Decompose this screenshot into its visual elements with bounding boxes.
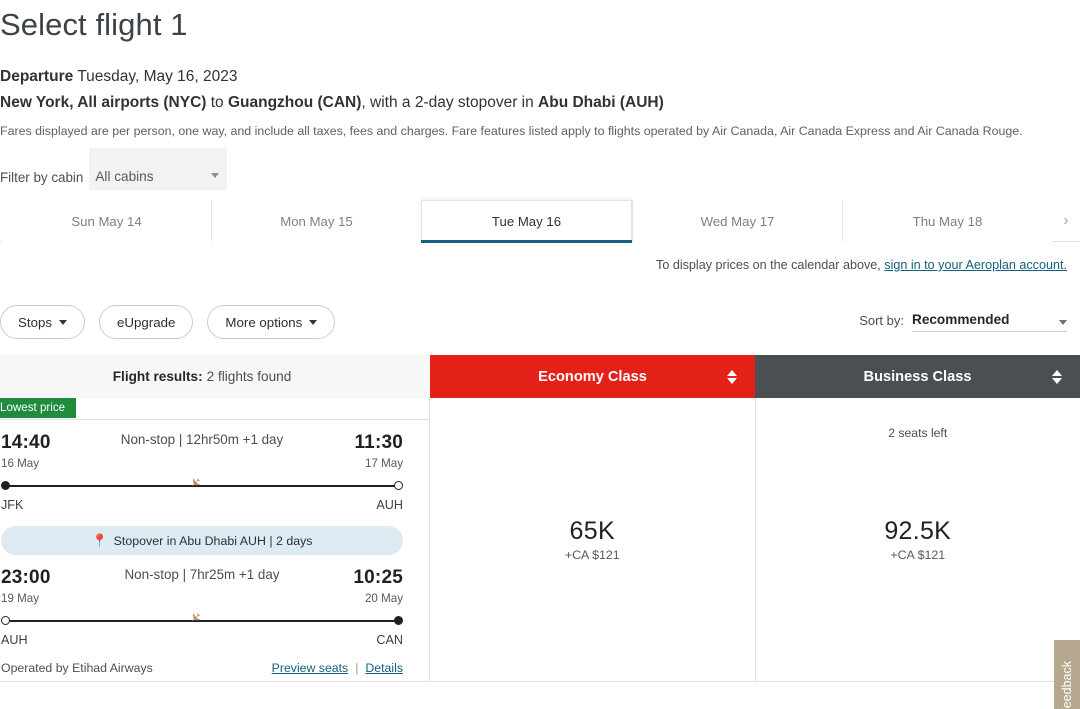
sort-by-select[interactable]: Recommended xyxy=(912,312,1067,332)
segment-1-detail: Non-stop | 12hr50m +1 day xyxy=(120,432,284,447)
segment-1-arrive-date: 17 May xyxy=(364,457,403,470)
chevron-down-icon xyxy=(211,173,220,178)
aeroplan-note-text: To display prices on the calendar above, xyxy=(656,258,885,272)
chevron-down-icon xyxy=(1059,320,1067,325)
route-destination: Guangzhou (CAN) xyxy=(227,94,362,111)
route-stopover: Abu Dhabi (AUH) xyxy=(538,94,664,111)
origin-dot-icon xyxy=(1,616,10,625)
flight-search-page: Select flight 1 Departure Tuesday, May 1… xyxy=(0,0,1080,709)
flight-results-count: 2 flights found xyxy=(206,369,292,384)
economy-class-column-header[interactable]: Economy Class xyxy=(430,355,755,398)
cabin-filter-label: Filter by cabin xyxy=(0,170,84,185)
results-header-row: Flight results: 2 flights found Economy … xyxy=(0,355,1080,398)
segment-2-arrive-date: 20 May xyxy=(364,592,403,605)
segment-1-origin-code: JFK xyxy=(1,498,24,512)
date-tab-mon-may-15[interactable]: Mon May 15 xyxy=(211,200,421,242)
flight-results-summary: Flight results: 2 flights found xyxy=(0,355,430,398)
date-tab-sun-may-14[interactable]: Sun May 14 xyxy=(2,200,211,242)
next-dates-arrow-icon[interactable]: › xyxy=(1052,200,1080,241)
airplane-icon: ✈ xyxy=(186,473,205,492)
filter-sort-controls: Stops eUpgrade More options Sort by: Rec… xyxy=(0,272,1080,339)
segment-1-depart-date: 16 May xyxy=(1,457,40,470)
link-separator: | xyxy=(355,661,359,675)
fare-note: Fares displayed are per person, one way,… xyxy=(0,124,1023,138)
sort-toggle-icon[interactable] xyxy=(727,369,737,384)
segment-2-depart-date: 19 May xyxy=(1,592,40,605)
itinerary-cell: Lowest price 14:40 Non-stop | 12hr50m +1… xyxy=(0,398,430,681)
origin-dot-icon xyxy=(1,481,10,490)
date-tabs: Sun May 14 Mon May 15 Tue May 16 Wed May… xyxy=(2,200,1052,243)
departure-line: Departure Tuesday, May 16, 2023 xyxy=(0,44,1080,88)
date-tab-bar: ‹ Sun May 14 Mon May 15 Tue May 16 Wed M… xyxy=(0,200,1080,243)
location-pin-icon: 📍 xyxy=(91,533,108,548)
chevron-down-icon xyxy=(59,319,68,325)
route-line: New York, All airports (NYC) to Guangzho… xyxy=(0,88,1080,114)
segment-2-route-line: ✈ xyxy=(1,608,403,629)
route-suffix: , with a 2-day stopover in xyxy=(361,94,539,111)
business-fare-cell[interactable]: 2 seats left 92.5K +CA $121 xyxy=(756,398,1080,681)
destination-dot-icon xyxy=(394,481,403,490)
feedback-tab[interactable]: Feedback xyxy=(1054,640,1080,709)
filter-chips: Stops eUpgrade More options xyxy=(0,305,336,339)
departure-label: Departure xyxy=(0,68,74,85)
flight-result-row: Lowest price 14:40 Non-stop | 12hr50m +1… xyxy=(0,398,1080,682)
cabin-filter-value: All cabins xyxy=(95,169,154,184)
eupgrade-filter-label: eUpgrade xyxy=(117,314,176,330)
cabin-filter-row: Filter by cabin All cabins xyxy=(0,140,1080,190)
departure-date: Tuesday, May 16, 2023 xyxy=(77,68,238,85)
stopover-label: Stopover in Abu Dhabi AUH | 2 days xyxy=(113,533,313,548)
segment-2-destination-code: CAN xyxy=(376,633,403,647)
chevron-down-icon xyxy=(309,319,318,325)
business-cash: +CA $121 xyxy=(890,548,946,562)
business-class-column-header[interactable]: Business Class xyxy=(755,355,1080,398)
lowest-price-badge: Lowest price xyxy=(0,398,77,418)
cabin-filter-select[interactable]: All cabins xyxy=(89,148,228,190)
page-title: Select flight 1 xyxy=(0,7,188,42)
stops-filter-label: Stops xyxy=(18,314,53,330)
economy-points: 65K xyxy=(569,517,615,545)
operator-row: Operated by Etihad Airways Preview seats… xyxy=(1,661,403,675)
flight-segment-1: 14:40 Non-stop | 12hr50m +1 day 11:30 16… xyxy=(1,420,403,512)
airplane-icon: ✈ xyxy=(186,608,205,627)
aeroplan-signin-link[interactable]: sign in to your Aeroplan account. xyxy=(884,258,1067,272)
route-connector: to xyxy=(206,94,228,111)
economy-fare-cell[interactable]: 65K +CA $121 xyxy=(430,398,756,681)
date-tab-wed-may-17[interactable]: Wed May 17 xyxy=(632,200,842,242)
eupgrade-filter-button[interactable]: eUpgrade xyxy=(99,305,194,339)
segment-1-destination-code: AUH xyxy=(376,498,403,512)
stops-filter-button[interactable]: Stops xyxy=(0,305,86,339)
more-options-button[interactable]: More options xyxy=(207,305,336,339)
sort-control: Sort by: Recommended xyxy=(859,312,1067,332)
route-origin: New York, All airports (NYC) xyxy=(0,94,207,111)
date-tab-tue-may-16[interactable]: Tue May 16 xyxy=(421,200,632,243)
date-tab-thu-may-18[interactable]: Thu May 18 xyxy=(842,200,1052,242)
segment-2-origin-code: AUH xyxy=(1,633,28,647)
flight-segment-2: 23:00 Non-stop | 7hr25m +1 day 10:25 19 … xyxy=(1,555,403,647)
sort-toggle-icon[interactable] xyxy=(1052,369,1062,384)
segment-2-detail: Non-stop | 7hr25m +1 day xyxy=(124,567,280,582)
aeroplan-signin-note: To display prices on the calendar above,… xyxy=(0,242,1080,272)
feedback-label: Feedback xyxy=(1060,660,1074,709)
business-class-label: Business Class xyxy=(863,368,972,385)
flight-results-label: Flight results: xyxy=(112,369,203,384)
operated-by-label: Operated by Etihad Airways xyxy=(1,661,153,675)
more-options-label: More options xyxy=(225,314,303,330)
preview-seats-link[interactable]: Preview seats xyxy=(272,661,349,675)
economy-class-label: Economy Class xyxy=(538,368,647,385)
sort-by-label: Sort by: xyxy=(859,313,904,328)
destination-dot-icon xyxy=(394,616,403,625)
segment-1-route-line: ✈ xyxy=(1,473,403,494)
details-link[interactable]: Details xyxy=(365,661,403,675)
business-seats-left: 2 seats left xyxy=(888,426,948,440)
stopover-banner: 📍 Stopover in Abu Dhabi AUH | 2 days xyxy=(1,526,403,555)
sort-by-value: Recommended xyxy=(912,312,1010,327)
business-points: 92.5K xyxy=(884,517,952,545)
economy-cash: +CA $121 xyxy=(564,548,620,562)
